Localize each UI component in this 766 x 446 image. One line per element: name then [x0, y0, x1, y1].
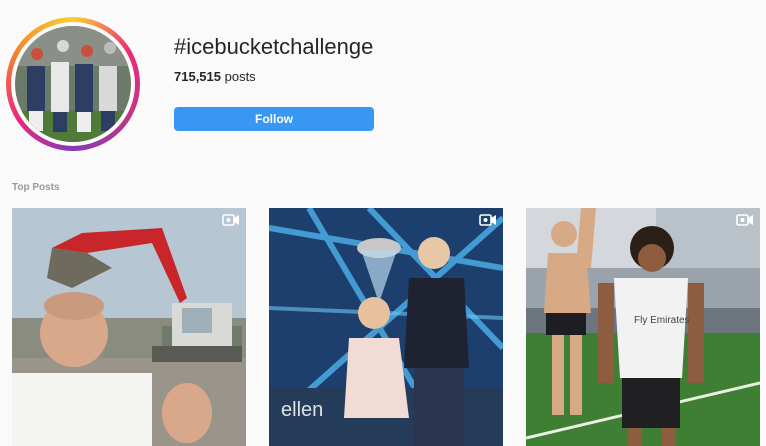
video-camera-icon [479, 214, 496, 226]
top-post-2[interactable]: ellen [269, 208, 503, 446]
post-count-number: 715,515 [174, 69, 221, 84]
hashtag-title: #icebucketchallenge [174, 34, 374, 59]
top-post-3[interactable]: Fly Emirates [526, 208, 760, 446]
post-count-suffix: posts [221, 69, 256, 84]
avatar-image [11, 22, 135, 146]
post-3-thumbnail: Fly Emirates [526, 208, 760, 446]
video-camera-icon [736, 214, 753, 226]
jersey-sponsor-text: Fly Emirates [634, 315, 690, 326]
top-post-1[interactable] [12, 208, 246, 446]
follow-button[interactable]: Follow [174, 107, 374, 131]
post-count: 715,515 posts [174, 69, 256, 84]
ellen-watermark: ellen [281, 399, 323, 421]
top-posts-label: Top Posts [12, 182, 60, 193]
hashtag-avatar[interactable] [6, 17, 140, 151]
avatar-photo [15, 26, 131, 142]
video-camera-icon [222, 214, 239, 226]
post-1-thumbnail [12, 208, 246, 446]
post-2-thumbnail: ellen [269, 208, 503, 446]
